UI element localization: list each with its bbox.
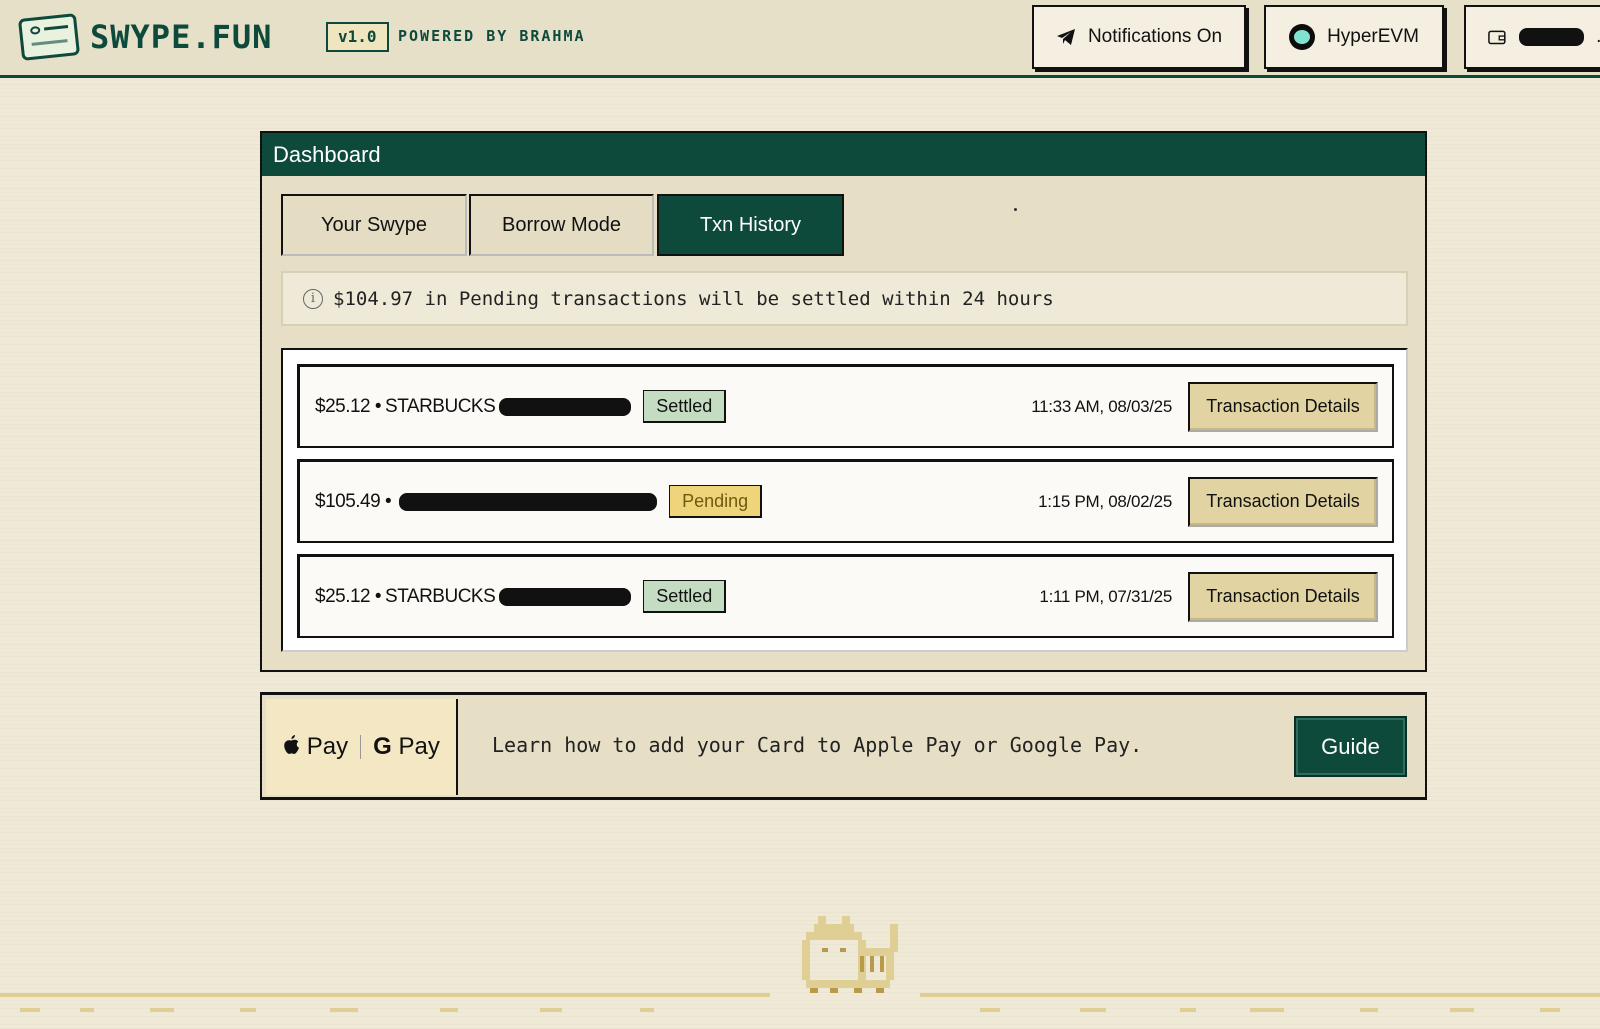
transaction-merchant: STARBUCKS [385,585,496,607]
ground-dash [240,1008,256,1012]
pixel-cat-icon [802,916,898,994]
ground-dash [980,1008,1000,1012]
apple-pay-text: Pay [306,733,349,760]
ground-dash [1540,1008,1560,1012]
top-header: SWYPE.FUN v1.0 POWERED BY BRAHMA Notific… [0,0,1600,78]
logo-divider [360,735,362,759]
tab-borrow-mode[interactable]: Borrow Mode [469,194,654,256]
powered-by-text: POWERED BY BRAHMA [398,27,586,45]
wallet-ellipsis: ... [1596,26,1600,48]
apple-icon [284,735,300,754]
wallet-icon [1488,30,1506,45]
google-g-icon: G [373,733,392,760]
ground-dash [1250,1008,1284,1012]
redacted-merchant-detail [499,397,632,416]
transaction-row: $25.12 • STARBUCKS Settled 1:11 PM, 07/3… [297,554,1394,638]
ground-dash [1080,1008,1106,1012]
wallet-button[interactable]: ... [1464,5,1600,69]
transaction-details-button[interactable]: Transaction Details [1188,381,1378,432]
transaction-row: $25.12 • STARBUCKS Settled 11:33 AM, 08/… [297,364,1394,448]
ground-dash [80,1008,94,1012]
ground-dash [1180,1008,1196,1012]
transaction-details-button[interactable]: Transaction Details [1188,476,1378,527]
tab-txn-history[interactable]: Txn History [657,194,844,256]
dashboard-title: Dashboard [262,133,1425,176]
card-logo-icon [17,13,81,61]
ground-dash [20,1008,40,1012]
info-icon: i [303,288,323,309]
transaction-row: $105.49 • Pending 1:15 PM, 08/02/25 Tran… [297,459,1394,543]
version-badge: v1.0 [326,22,389,52]
guide-button[interactable]: Guide [1294,716,1407,777]
wallet-pay-guide-bar: Pay G Pay Learn how to add your Card to … [260,692,1427,800]
transaction-time: 1:11 PM, 07/31/25 [1039,586,1172,606]
transaction-amount: $25.12 • [315,585,382,607]
ground-dash [1360,1008,1378,1012]
ground-dash [330,1008,358,1012]
transaction-amount: $25.12 • [315,395,382,417]
ground-dash [640,1008,654,1012]
redacted-merchant-detail [399,492,658,511]
redacted-merchant-detail [499,587,632,606]
network-selector-button[interactable]: HyperEVM [1264,5,1444,69]
ground-dash [440,1008,458,1012]
notifications-button[interactable]: Notifications On [1032,5,1246,69]
notifications-label: Notifications On [1087,26,1223,47]
ground-gap [770,993,920,997]
transaction-list: $25.12 • STARBUCKS Settled 11:33 AM, 08/… [281,348,1408,652]
google-pay-text: Pay [398,733,440,760]
transaction-details-button[interactable]: Transaction Details [1188,571,1378,622]
transaction-amount: $105.49 • [315,490,392,512]
status-badge: Pending [669,485,763,518]
telegram-icon [1056,29,1075,45]
transaction-time: 1:15 PM, 08/02/25 [1038,491,1172,511]
network-label: HyperEVM [1327,26,1419,47]
tab-your-swype[interactable]: Your Swype [281,194,467,256]
google-pay-logo: G Pay [373,733,440,761]
transaction-time: 11:33 AM, 08/03/25 [1031,396,1172,416]
ground-dash [1450,1008,1474,1012]
ground-dash [540,1008,562,1012]
stray-dot [1014,208,1017,211]
pay-logos: Pay G Pay [266,699,458,795]
pending-info-text: $104.97 in Pending transactions will be … [333,287,1054,310]
hyperevm-logo-icon [1289,24,1316,50]
dashboard-card: Dashboard Your Swype Borrow Mode Txn His… [260,131,1427,672]
pending-info-banner: i $104.97 in Pending transactions will b… [281,271,1408,326]
transaction-merchant: STARBUCKS [385,395,496,417]
status-badge: Settled [643,580,727,613]
apple-pay-logo: Pay [282,733,348,761]
redacted-address [1518,28,1585,46]
status-badge: Settled [643,390,727,423]
ground-dash [150,1008,174,1012]
pay-guide-text: Learn how to add your Card to Apple Pay … [492,733,1143,757]
brand-name: SWYPE.FUN [90,18,273,56]
